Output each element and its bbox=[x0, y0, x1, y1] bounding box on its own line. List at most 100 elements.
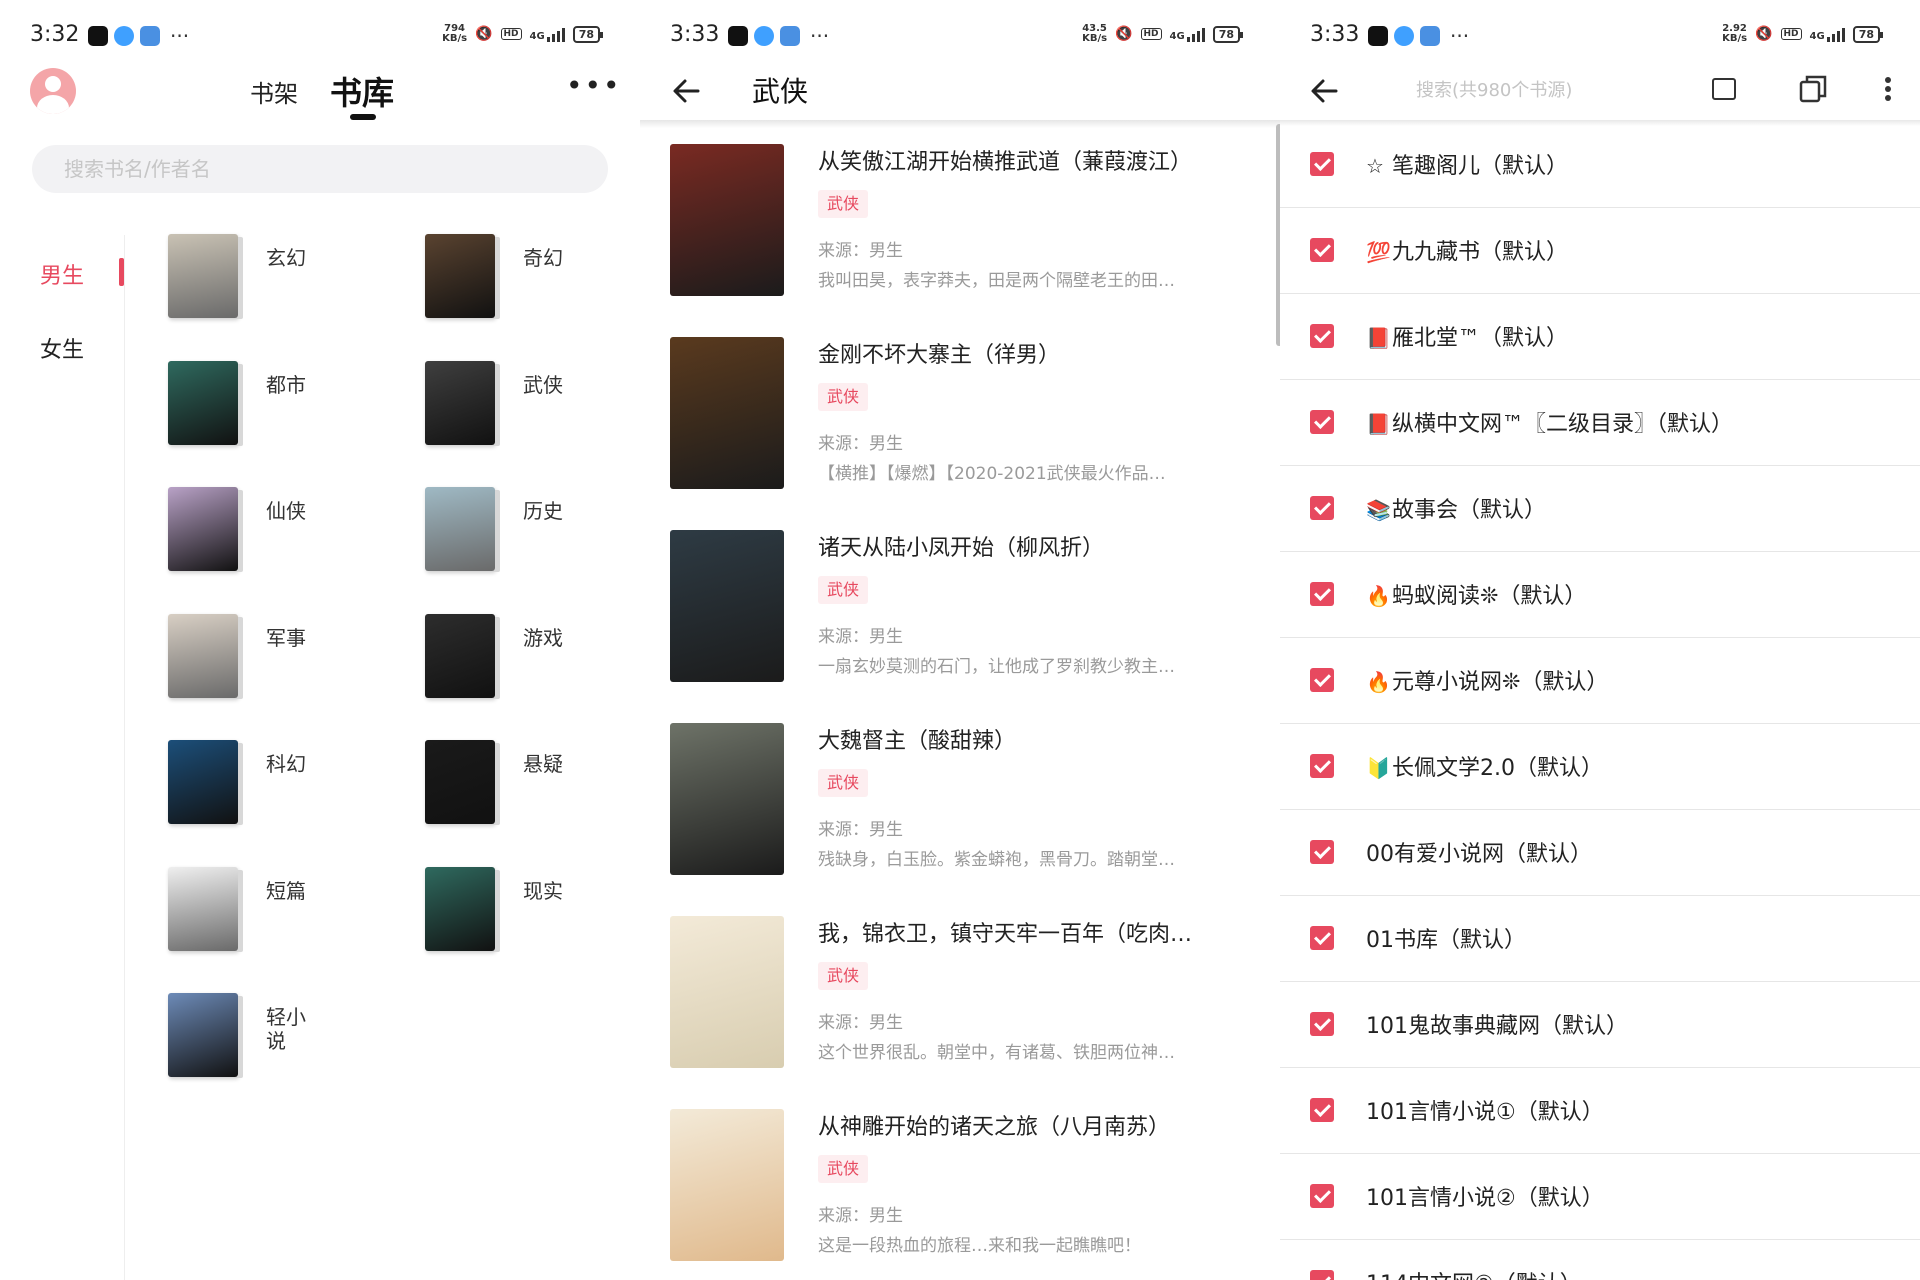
source-row[interactable]: 🔥元尊小说网❊（默认） bbox=[1280, 638, 1920, 724]
category-cover-image bbox=[425, 487, 495, 571]
source-row[interactable]: 📕纵横中文网™〖二级目录〗（默认） bbox=[1280, 380, 1920, 466]
source-name: 101言情小说①（默认） bbox=[1366, 1094, 1604, 1126]
app-icon bbox=[754, 26, 774, 46]
source-name-text: 101言情小说②（默认） bbox=[1366, 1186, 1604, 1211]
gender-tab-female[interactable]: 女生 bbox=[40, 332, 84, 364]
source-row[interactable]: 01书库（默认） bbox=[1280, 896, 1920, 982]
category-cover-image bbox=[168, 866, 238, 951]
book-title: 金刚不坏大寨主（徉男） bbox=[818, 343, 1061, 368]
source-checkbox[interactable] bbox=[1310, 668, 1334, 692]
source-name: 🔥蚂蚁阅读❊（默认） bbox=[1366, 578, 1586, 610]
source-checkbox[interactable] bbox=[1310, 410, 1334, 434]
select-all-icon[interactable] bbox=[1712, 78, 1736, 100]
source-row[interactable]: 💯九九藏书（默认） bbox=[1280, 208, 1920, 294]
book-item[interactable]: 我，锦衣卫，镇守天牢一百年（吃肉… 武侠 来源：男生 这个世界很乱。朝堂中，有诸葛、铁… bbox=[670, 916, 1270, 1106]
genre-tag: 武侠 bbox=[818, 190, 869, 218]
book-item[interactable]: 金刚不坏大寨主（徉男） 武侠 来源：男生 【横推】【爆燃】【2020-2021武侠最火… bbox=[670, 337, 1270, 527]
category-label: 现实 bbox=[523, 878, 563, 903]
source-checkbox[interactable] bbox=[1310, 238, 1334, 262]
source-name-text: 雁北堂™（默认） bbox=[1392, 326, 1569, 351]
genre-tag: 武侠 bbox=[818, 962, 869, 990]
mute-icon: 🔇 bbox=[1115, 26, 1133, 42]
book-item[interactable]: 从神雕开始的诸天之旅（八月南苏） 武侠 来源：男生 这是一段热血的旅程…来和我一起瞧瞧… bbox=[670, 1109, 1270, 1280]
source-emoji-icon: 🔥 bbox=[1366, 584, 1391, 608]
source-emoji-icon: 🔰 bbox=[1366, 756, 1391, 780]
category-label: 军事 bbox=[266, 625, 306, 650]
book-title: 我，锦衣卫，镇守天牢一百年（吃肉… bbox=[818, 922, 1193, 947]
source-name: 📕雁北堂™（默认） bbox=[1366, 320, 1568, 352]
source-name: 🔰长佩文学2.0（默认） bbox=[1366, 750, 1603, 782]
sidebar-divider bbox=[124, 235, 125, 1280]
book-item[interactable]: 大魏督主（酸甜辣） 武侠 来源：男生 残缺身，白玉脸。紫金蟒袍，黑骨刀。踏朝堂… bbox=[670, 723, 1270, 913]
category-label: 悬疑 bbox=[523, 752, 563, 776]
mute-icon: 🔇 bbox=[475, 26, 493, 42]
search-input[interactable]: 搜索书名/作者名 bbox=[32, 145, 608, 193]
library-screen: 3:32 ··· 794 KB/s 🔇 HD 4G 78 书架 书库 ••• 搜索… bbox=[0, 0, 640, 1280]
signal-icon: 4G bbox=[1170, 26, 1205, 42]
source-checkbox[interactable] bbox=[1310, 1098, 1334, 1122]
source-checkbox[interactable] bbox=[1310, 1184, 1334, 1208]
more-notifications-icon: ··· bbox=[170, 24, 190, 48]
status-right: 794 KB/s 🔇 HD 4G 78 bbox=[442, 23, 604, 44]
source-row[interactable]: 114中文网②（默认） bbox=[1280, 1240, 1920, 1280]
source-name-text: 114中文网②（默认） bbox=[1366, 1272, 1582, 1280]
category-label: 游戏 bbox=[523, 625, 563, 650]
book-description: 一扇玄妙莫测的石门，让他成了罗刹教少教主… bbox=[818, 657, 1175, 677]
network-speed: 794 KB/s bbox=[442, 23, 468, 44]
status-time: 3:33 bbox=[1310, 22, 1360, 47]
source-checkbox[interactable] bbox=[1310, 926, 1334, 950]
source-checkbox[interactable] bbox=[1310, 152, 1334, 176]
book-item[interactable]: 诸天从陆小凤开始（柳风折） 武侠 来源：男生 一扇玄妙莫测的石门，让他成了罗刹教少教主… bbox=[670, 530, 1270, 720]
category-label: 仙侠 bbox=[266, 499, 306, 523]
back-arrow-icon[interactable] bbox=[670, 74, 704, 108]
source-row[interactable]: 00有爱小说网（默认） bbox=[1280, 810, 1920, 896]
app-icon bbox=[114, 26, 134, 46]
more-notifications-icon: ··· bbox=[810, 24, 830, 48]
source-name-text: 00有爱小说网（默认） bbox=[1366, 842, 1592, 867]
tab-library[interactable]: 书库 bbox=[330, 68, 394, 114]
category-cover-image bbox=[425, 234, 495, 318]
source-checkbox[interactable] bbox=[1310, 754, 1334, 778]
category-cover-image bbox=[168, 487, 238, 571]
more-menu-icon[interactable]: ••• bbox=[566, 72, 622, 100]
tab-bookshelf[interactable]: 书架 bbox=[250, 74, 298, 109]
avatar[interactable] bbox=[30, 68, 76, 114]
source-row[interactable]: 📕雁北堂™（默认） bbox=[1280, 294, 1920, 380]
source-checkbox[interactable] bbox=[1310, 324, 1334, 348]
source-checkbox[interactable] bbox=[1310, 582, 1334, 606]
book-description: 我叫田昊，表字莽夫，田是两个隔壁老王的田… bbox=[818, 271, 1175, 291]
book-source: 来源：男生 bbox=[818, 820, 903, 840]
source-checkbox[interactable] bbox=[1310, 840, 1334, 864]
source-row[interactable]: 📚故事会（默认） bbox=[1280, 466, 1920, 552]
source-name-text: 笔趣阁儿（默认） bbox=[1392, 154, 1569, 179]
category-cover-image bbox=[425, 866, 495, 951]
source-checkbox[interactable] bbox=[1310, 1012, 1334, 1036]
source-name: 101言情小说②（默认） bbox=[1366, 1180, 1604, 1212]
source-row[interactable]: 101言情小说②（默认） bbox=[1280, 1154, 1920, 1240]
source-row[interactable]: ☆ 笔趣阁儿（默认） bbox=[1280, 122, 1920, 208]
book-title: 诸天从陆小凤开始（柳风折） bbox=[818, 536, 1105, 561]
source-row[interactable]: 101言情小说①（默认） bbox=[1280, 1068, 1920, 1154]
book-source: 来源：男生 bbox=[818, 1206, 903, 1226]
source-row[interactable]: 🔰长佩文学2.0（默认） bbox=[1280, 724, 1920, 810]
network-speed: 43.5 KB/s bbox=[1082, 23, 1108, 44]
gender-tab-male[interactable]: 男生 bbox=[40, 258, 84, 290]
source-checkbox[interactable] bbox=[1310, 496, 1334, 520]
book-item[interactable]: 从笑傲江湖开始横推武道（蒹葭渡江） 武侠 来源：男生 我叫田昊，表字莽夫，田是两个隔壁… bbox=[670, 144, 1270, 334]
source-row[interactable]: 🔥蚂蚁阅读❊（默认） bbox=[1280, 552, 1920, 638]
calendar-icon bbox=[1420, 26, 1440, 46]
status-time: 3:32 bbox=[30, 22, 80, 47]
back-arrow-icon[interactable] bbox=[1308, 74, 1342, 108]
copy-icon[interactable] bbox=[1798, 74, 1828, 104]
book-cover-image bbox=[670, 530, 784, 682]
source-row[interactable]: 101鬼故事典藏网（默认） bbox=[1280, 982, 1920, 1068]
source-search-input[interactable]: 搜索(共980个书源) bbox=[1416, 76, 1572, 102]
book-cover-image bbox=[670, 1109, 784, 1261]
book-description: 【横推】【爆燃】【2020-2021武侠最火作品… bbox=[818, 464, 1166, 484]
more-vert-icon[interactable] bbox=[1884, 76, 1892, 102]
source-checkbox[interactable] bbox=[1310, 1270, 1334, 1280]
source-emoji-icon: 🔥 bbox=[1366, 670, 1391, 694]
book-cover-image bbox=[670, 916, 784, 1068]
book-source: 来源：男生 bbox=[818, 241, 903, 261]
book-description: 这个世界很乱。朝堂中，有诸葛、铁胆两位神… bbox=[818, 1043, 1175, 1063]
